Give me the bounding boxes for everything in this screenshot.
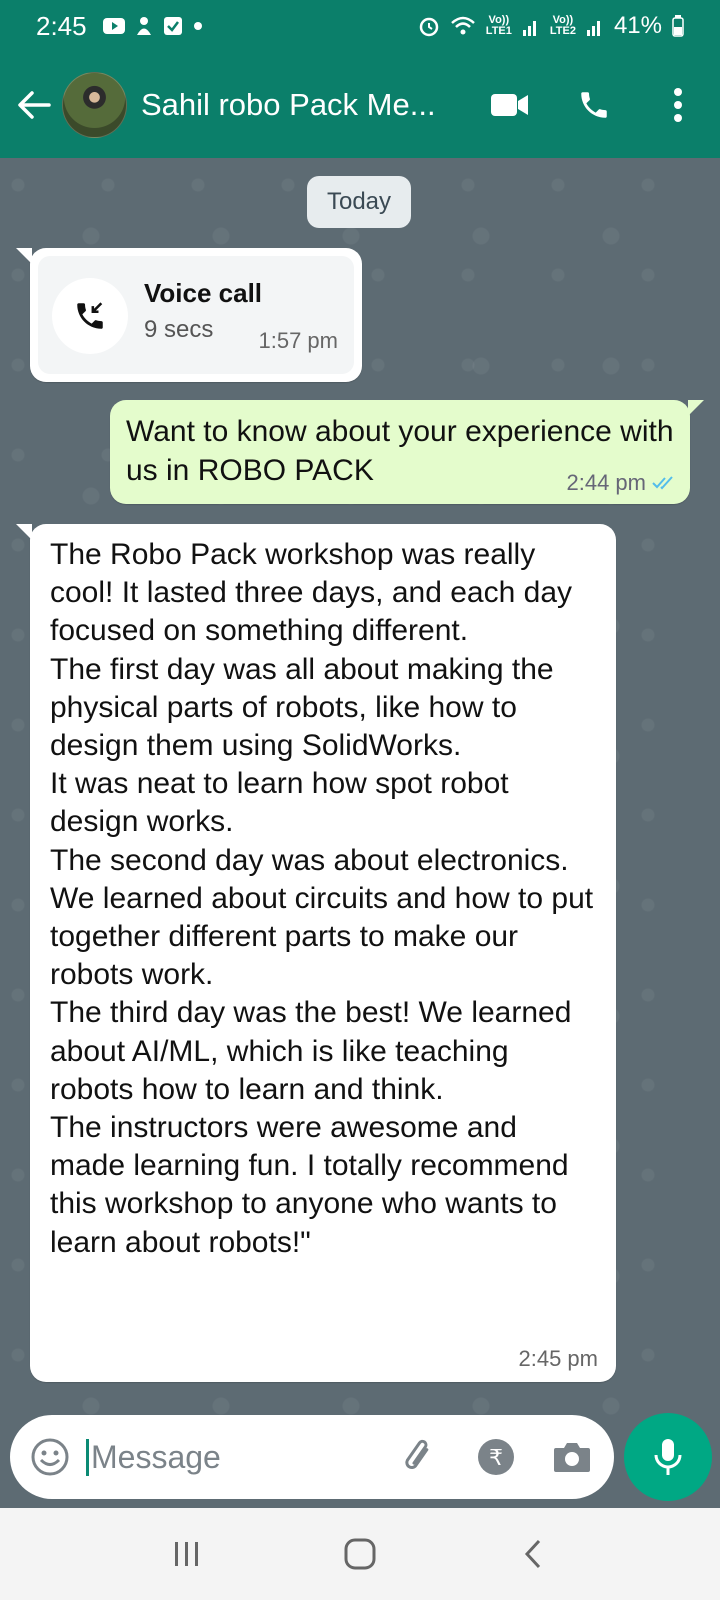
recent-apps-button[interactable] bbox=[147, 1524, 227, 1584]
video-call-button[interactable] bbox=[468, 75, 552, 135]
dot-icon bbox=[193, 21, 203, 31]
chevron-left-icon bbox=[525, 1539, 541, 1569]
voice-call-button[interactable] bbox=[552, 75, 636, 135]
back-button[interactable] bbox=[6, 75, 62, 135]
youtube-notification-icon bbox=[102, 18, 125, 34]
call-duration: 9 secs bbox=[144, 316, 214, 343]
recents-icon bbox=[174, 1542, 198, 1566]
camera-icon bbox=[554, 1443, 590, 1472]
message-time: 2:45 pm bbox=[518, 1346, 599, 1371]
message-text: The Robo Pack workshop was really cool! … bbox=[50, 538, 594, 1259]
camera-button[interactable] bbox=[544, 1429, 600, 1485]
phone-icon bbox=[581, 92, 607, 118]
incoming-message[interactable]: The Robo Pack workshop was really cool! … bbox=[16, 524, 616, 1382]
more-vert-icon bbox=[674, 88, 682, 122]
checkbox-notification-icon bbox=[163, 16, 183, 36]
back-arrow-icon bbox=[18, 91, 51, 119]
sim2-indicator: Vo)) LTE2 bbox=[549, 14, 576, 37]
svg-text:₹: ₹ bbox=[489, 1446, 503, 1471]
message-input[interactable] bbox=[86, 1438, 376, 1476]
missed-call-icon bbox=[52, 278, 128, 354]
battery-icon bbox=[672, 15, 684, 37]
sim1-indicator: Vo)) LTE1 bbox=[485, 14, 512, 37]
chat-area[interactable]: Today Voice call 9 secs 1:57 pm Want to … bbox=[0, 158, 720, 1508]
home-icon bbox=[344, 1538, 376, 1570]
back-nav-button[interactable] bbox=[493, 1524, 573, 1584]
message-time: 1:57 pm bbox=[258, 328, 339, 353]
video-call-icon bbox=[491, 94, 528, 116]
battery-percent: 41% bbox=[613, 12, 662, 39]
outgoing-message[interactable]: Want to know about your experience with … bbox=[110, 400, 704, 504]
call-bubble[interactable]: Voice call 9 secs 1:57 pm bbox=[16, 248, 362, 382]
payment-button[interactable]: ₹ bbox=[468, 1429, 524, 1485]
wifi-icon bbox=[450, 15, 476, 37]
voice-message-button[interactable] bbox=[624, 1413, 712, 1501]
app-notification-icon bbox=[135, 16, 153, 36]
date-chip: Today bbox=[307, 176, 411, 228]
read-ticks-icon bbox=[652, 476, 673, 490]
alarm-icon bbox=[418, 15, 440, 37]
rupee-icon: ₹ bbox=[478, 1439, 514, 1475]
message-time: 2:44 pm bbox=[566, 470, 647, 495]
emoji-button[interactable] bbox=[24, 1431, 76, 1483]
attach-button[interactable] bbox=[392, 1429, 448, 1485]
system-nav-bar bbox=[0, 1508, 720, 1600]
emoji-icon bbox=[31, 1438, 69, 1476]
microphone-icon bbox=[654, 1439, 682, 1475]
message-composer: ₹ bbox=[10, 1415, 614, 1499]
contact-name[interactable]: Sahil robo Pack Me... bbox=[141, 87, 468, 123]
status-bar: 2:45 Vo)) LTE1 Vo)) LTE2 41% bbox=[0, 0, 720, 52]
home-button[interactable] bbox=[320, 1524, 400, 1584]
paperclip-icon bbox=[405, 1439, 429, 1469]
signal-icon bbox=[522, 16, 540, 36]
avatar[interactable] bbox=[61, 72, 127, 138]
more-options-button[interactable] bbox=[636, 75, 720, 135]
call-title: Voice call bbox=[144, 278, 263, 308]
status-time: 2:45 bbox=[36, 10, 87, 41]
chat-header: Sahil robo Pack Me... bbox=[0, 52, 720, 158]
signal-icon bbox=[586, 16, 604, 36]
